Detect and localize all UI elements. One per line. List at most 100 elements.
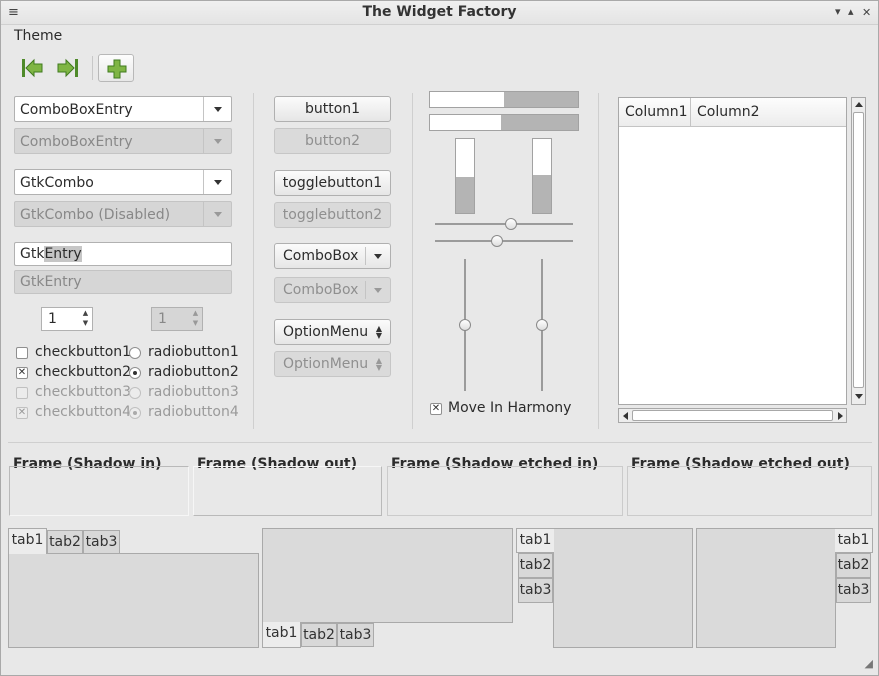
- gtkentry[interactable]: GtkEntry: [14, 242, 232, 266]
- vertical-scroll-thumb[interactable]: [853, 112, 864, 388]
- hprogress-2-fill: [501, 115, 578, 130]
- checkbutton-1-label: checkbutton1: [35, 344, 132, 360]
- vprogress-1-fill: [456, 177, 474, 213]
- close-icon[interactable]: ✕: [862, 6, 871, 19]
- toolbar-add-button[interactable]: [98, 54, 134, 82]
- section-separator: [8, 442, 872, 443]
- checkbox-checked-disabled-icon: ✕: [16, 407, 28, 419]
- scroll-down-icon[interactable]: [855, 394, 863, 399]
- notebook-right-page: [696, 528, 836, 648]
- comboboxentry-disabled-text: ComboBoxEntry: [20, 134, 133, 150]
- comboboxentry-text: ComboBoxEntry: [20, 102, 133, 118]
- add-icon: [107, 59, 127, 79]
- tree-column1-header[interactable]: Column1: [619, 98, 691, 127]
- button1[interactable]: button1: [274, 96, 391, 122]
- horizontal-scroll-thumb[interactable]: [632, 410, 833, 421]
- checkbox-unchecked[interactable]: [16, 347, 28, 359]
- toolbar-go-last-button[interactable]: [53, 54, 83, 82]
- chevron-down-icon[interactable]: [203, 170, 231, 194]
- chevron-down-icon: [203, 129, 231, 153]
- go-last-icon: [57, 58, 78, 78]
- hprogress-1-fill: [504, 92, 578, 107]
- vprogress-2: [532, 138, 552, 214]
- checkbutton-4-label: checkbutton4: [35, 404, 132, 420]
- column-separator: [412, 93, 413, 429]
- notebook-right-tab3[interactable]: tab3: [836, 578, 871, 603]
- spin-arrows[interactable]: ▲ ▼: [79, 308, 92, 330]
- maximize-icon[interactable]: ▴: [848, 5, 854, 18]
- gtkcombo-text: GtkCombo: [20, 175, 94, 191]
- notebook-top-tab3[interactable]: tab3: [83, 530, 120, 554]
- combobox-separator: [365, 247, 366, 265]
- frame-shadow-in: [9, 466, 189, 516]
- updown-icon: ▲ ▼: [376, 325, 382, 340]
- radiobutton-4-label: radiobutton4: [148, 404, 239, 420]
- resize-grip-icon[interactable]: ◢: [865, 657, 873, 670]
- spinbutton-value: 1: [48, 311, 57, 327]
- hscale-2-handle[interactable]: [491, 235, 504, 247]
- hscale-2[interactable]: [435, 240, 573, 242]
- radiobutton-3-label: radiobutton3: [148, 384, 239, 400]
- radio-off-disabled: [129, 387, 141, 399]
- notebook-right-tab2[interactable]: tab2: [836, 553, 871, 578]
- gtkcombo[interactable]: GtkCombo: [14, 169, 232, 195]
- scroll-right-icon[interactable]: [838, 412, 843, 420]
- notebook-top-tab2[interactable]: tab2: [47, 530, 83, 554]
- comboboxentry[interactable]: ComboBoxEntry: [14, 96, 232, 122]
- gtkentry-disabled-text: GtkEntry: [20, 274, 82, 290]
- vscale-1-handle[interactable]: [459, 319, 471, 331]
- notebook-bottom-tab2[interactable]: tab2: [301, 623, 337, 647]
- notebook-bottom-tab3[interactable]: tab3: [337, 623, 374, 647]
- minimize-icon[interactable]: ▾: [835, 5, 841, 18]
- radiobutton-1-label: radiobutton1: [148, 344, 239, 360]
- notebook-top-page: [8, 553, 259, 648]
- hscale-1-handle[interactable]: [504, 218, 517, 230]
- vprogress-2-fill: [533, 174, 551, 213]
- window-title: The Widget Factory: [362, 4, 517, 20]
- vprogress-1: [455, 138, 475, 214]
- spin-down-icon[interactable]: ▼: [79, 318, 92, 328]
- combobox-disabled: ComboBox: [274, 277, 391, 303]
- checkbutton-3-label: checkbutton3: [35, 384, 132, 400]
- spin-up-icon[interactable]: ▲: [79, 308, 92, 318]
- radio-on[interactable]: [129, 367, 141, 379]
- spinbutton[interactable]: 1 ▲ ▼: [41, 307, 93, 331]
- optionmenu[interactable]: OptionMenu ▲ ▼: [274, 319, 391, 345]
- down-icon: ▼: [375, 363, 382, 372]
- gtkcombo-disabled-text: GtkCombo (Disabled): [20, 207, 171, 223]
- tree-vertical-scrollbar[interactable]: [851, 97, 866, 405]
- column-separator: [253, 93, 254, 429]
- optionmenu-label: OptionMenu: [283, 324, 369, 340]
- menu-theme[interactable]: Theme: [14, 28, 62, 44]
- scroll-left-icon[interactable]: [623, 412, 628, 420]
- notebook-left-tab1[interactable]: tab1: [516, 528, 554, 553]
- radiobutton-2-label: radiobutton2: [148, 364, 239, 380]
- radio-off[interactable]: [129, 347, 141, 359]
- toolbar-go-first-button[interactable]: [17, 54, 47, 82]
- main-window: ≡ The Widget Factory ▾ ▴ ✕ Theme ComboBo…: [0, 0, 879, 676]
- gtkentry-disabled: GtkEntry: [14, 270, 232, 294]
- combobox-label: ComboBox: [283, 248, 359, 264]
- notebook-bottom-tab1[interactable]: tab1: [262, 622, 301, 648]
- notebook-right-tab1[interactable]: tab1: [835, 528, 873, 553]
- title-bar[interactable]: ≡ The Widget Factory ▾ ▴ ✕: [1, 1, 878, 25]
- tree-column2-header[interactable]: Column2: [691, 98, 846, 127]
- combobox-disabled-label: ComboBox: [283, 282, 359, 298]
- toolbar-separator: [92, 56, 93, 80]
- chevron-down-icon[interactable]: [374, 254, 382, 259]
- combobox[interactable]: ComboBox: [274, 243, 391, 269]
- checkbox-checked-icon[interactable]: ✕: [430, 403, 442, 415]
- go-first-icon: [22, 58, 43, 78]
- tree-view[interactable]: Column1 Column2: [618, 97, 847, 405]
- notebook-left-tab2[interactable]: tab2: [518, 553, 553, 578]
- vscale-2-handle[interactable]: [536, 319, 548, 331]
- notebook-top-tab1[interactable]: tab1: [8, 528, 47, 554]
- checkbox-checked-icon[interactable]: ✕: [16, 367, 28, 379]
- scroll-up-icon[interactable]: [855, 102, 863, 107]
- togglebutton1[interactable]: togglebutton1: [274, 170, 391, 196]
- chevron-down-icon[interactable]: [203, 97, 231, 121]
- tree-horizontal-scrollbar[interactable]: [618, 408, 847, 423]
- optionmenu-disabled-label: OptionMenu: [283, 356, 369, 372]
- notebook-left-page: [553, 528, 693, 648]
- notebook-left-tab3[interactable]: tab3: [518, 578, 553, 603]
